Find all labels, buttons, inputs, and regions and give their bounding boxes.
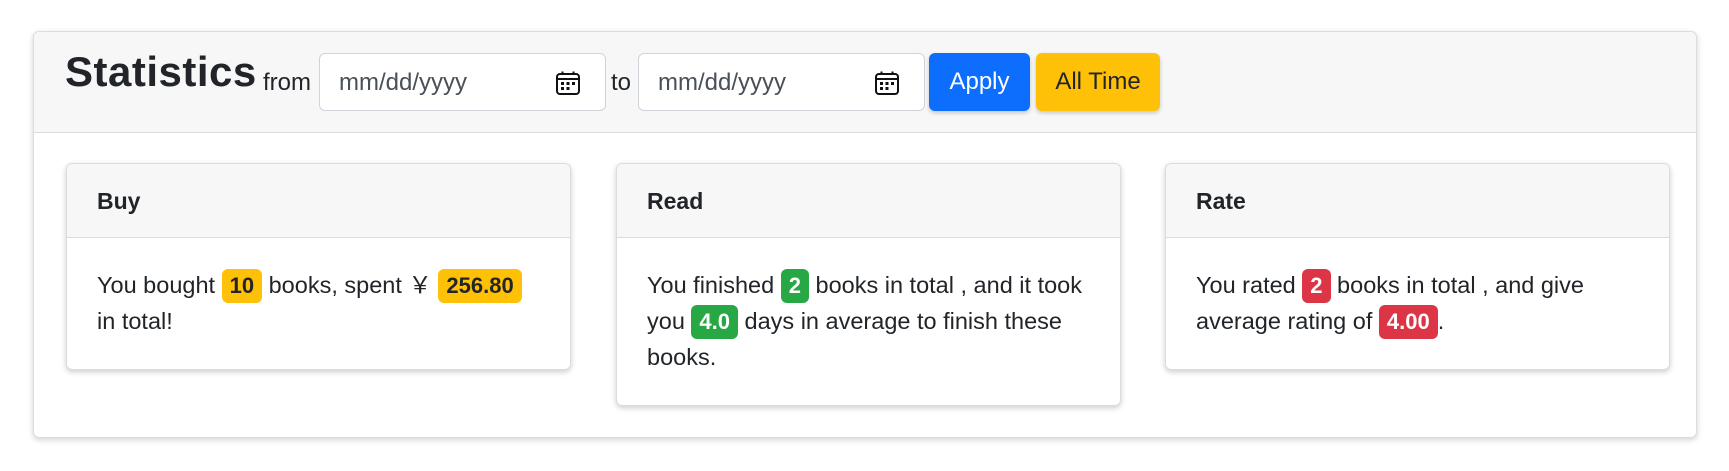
buy-card-title: Buy <box>67 164 570 238</box>
all-time-button[interactable]: All Time <box>1036 53 1160 111</box>
rate-count-badge: 2 <box>1302 269 1331 303</box>
statistics-header: Statistics from to <box>34 32 1696 133</box>
read-days-badge: 4.0 <box>691 305 739 339</box>
page-title: Statistics <box>65 48 257 95</box>
rate-rating-badge: 4.00 <box>1378 305 1438 339</box>
date-to-input[interactable] <box>658 68 858 98</box>
rate-text-3: . <box>1437 308 1445 334</box>
to-label: to <box>611 69 632 96</box>
date-from-field[interactable] <box>319 53 606 111</box>
date-from-input[interactable] <box>339 68 539 98</box>
from-label: from <box>263 69 311 96</box>
date-to-field[interactable] <box>638 53 925 111</box>
buy-count-badge: 10 <box>221 269 263 303</box>
buy-text-3: in total! <box>97 308 173 334</box>
read-card: Read You finished 2 books in total , and… <box>616 163 1121 406</box>
buy-text-2: books, spent ￥ <box>262 272 439 298</box>
calendar-icon[interactable] <box>874 70 900 96</box>
rate-card: Rate You rated 2 books in total , and gi… <box>1165 163 1670 370</box>
read-card-body: You finished 2 books in total , and it t… <box>617 238 1120 375</box>
apply-button[interactable]: Apply <box>929 53 1030 111</box>
read-text-1: You finished <box>647 272 781 298</box>
rate-text-1: You rated <box>1196 272 1303 298</box>
calendar-icon[interactable] <box>555 70 581 96</box>
buy-text-1: You bought <box>97 272 222 298</box>
read-count-badge: 2 <box>780 269 809 303</box>
buy-card-body: You bought 10 books, spent ￥ 256.80 in t… <box>67 238 570 339</box>
buy-amount-badge: 256.80 <box>438 269 522 303</box>
read-card-title: Read <box>617 164 1120 238</box>
rate-card-body: You rated 2 books in total , and give av… <box>1166 238 1669 339</box>
statistics-panel: Statistics from to <box>33 31 1697 438</box>
rate-card-title: Rate <box>1166 164 1669 238</box>
buy-card: Buy You bought 10 books, spent ￥ 256.80 … <box>66 163 571 370</box>
